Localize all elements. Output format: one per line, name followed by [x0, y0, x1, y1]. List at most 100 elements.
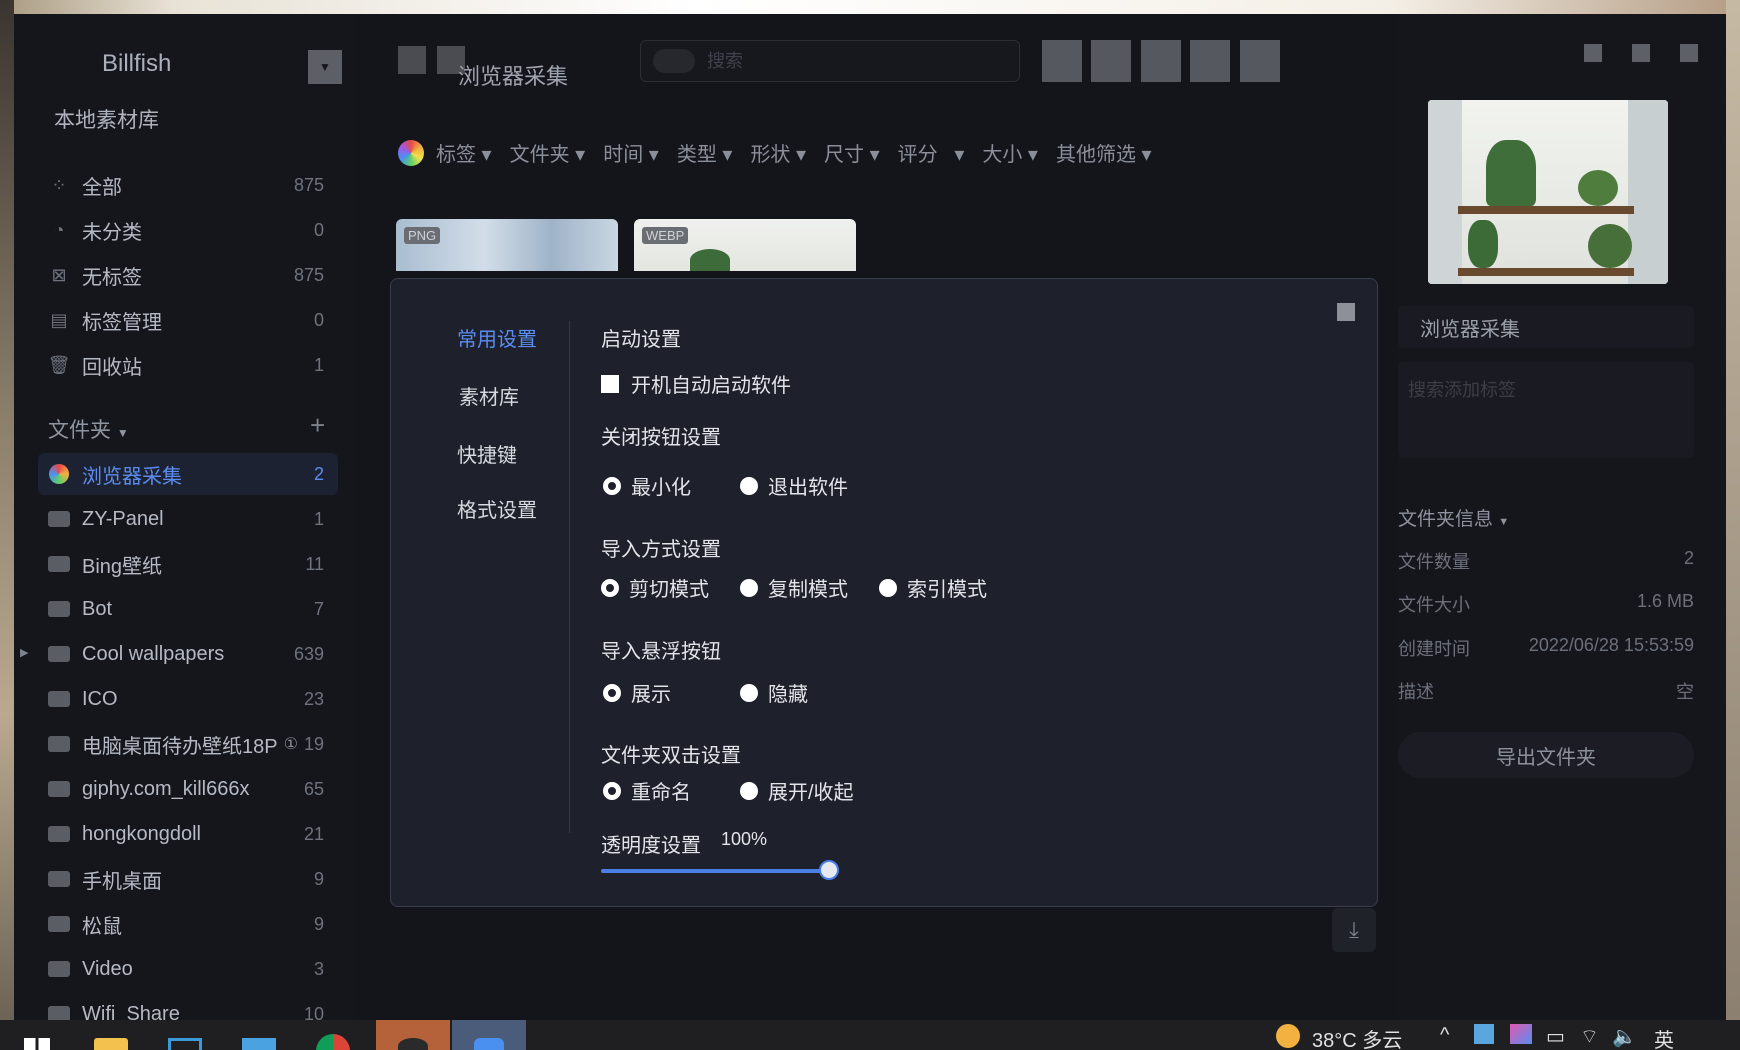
expand-arrow-icon[interactable]: ▶ [20, 646, 28, 659]
settings-nav-general[interactable]: 常用设置 [457, 323, 537, 352]
wifi-icon[interactable]: ⌔ [1580, 1024, 1599, 1049]
taskbar-app-3[interactable] [222, 1020, 296, 1050]
folder-item[interactable]: hongkongdoll 21 [38, 813, 338, 855]
radio-label: 剪切模式 [629, 579, 709, 601]
opacity-slider-track[interactable] [601, 869, 833, 873]
folder-item[interactable]: ICO 23 [38, 678, 338, 720]
weather-text[interactable]: 38°C 多云 [1312, 1024, 1402, 1050]
radio-option[interactable]: 复制模式 [740, 573, 848, 602]
color-filter-icon[interactable] [398, 139, 424, 166]
filter-size[interactable]: 尺寸 ▾ [824, 138, 880, 167]
chevron-up-icon[interactable]: ^ [1440, 1024, 1449, 1047]
back-button[interactable] [398, 46, 426, 74]
close-button[interactable] [1680, 44, 1698, 62]
folder-item[interactable]: 手机桌面 9 [38, 858, 338, 900]
radio-label: 展示 [631, 684, 671, 706]
settings-nav-shortcuts[interactable]: 快捷键 [457, 439, 517, 468]
folder-label: 电脑桌面待办壁纸18P [82, 735, 278, 758]
folder-label: 浏览器采集 [82, 465, 182, 488]
nav-tag-manage[interactable]: ▤ 标签管理 0 [38, 299, 338, 341]
maximize-button[interactable] [1632, 44, 1650, 62]
radio-option[interactable]: 展示 [603, 678, 671, 707]
weather-icon[interactable] [1276, 1024, 1300, 1048]
volume-icon[interactable]: 🔈 [1612, 1024, 1637, 1049]
radio-option[interactable]: 重命名 [603, 776, 691, 805]
settings-nav-library[interactable]: 素材库 [459, 381, 519, 410]
folder-info-header[interactable]: 文件夹信息 ▼ [1398, 504, 1509, 531]
taskbar-billfish[interactable] [452, 1020, 526, 1050]
window-app-icon [168, 1038, 202, 1050]
radio-option[interactable]: 退出软件 [740, 471, 848, 500]
folder-label: Wifi_Share [82, 1002, 180, 1021]
nav-trash[interactable]: 🗑 回收站 1 [38, 344, 338, 386]
close-dialog-button[interactable] [1337, 303, 1355, 321]
minimize-button[interactable] [1584, 44, 1602, 62]
folder-name-field[interactable]: 浏览器采集 [1398, 306, 1694, 348]
folder-item[interactable]: Bing壁纸 11 [38, 543, 338, 585]
radio-label: 重命名 [631, 782, 691, 804]
taskbar-explorer[interactable] [74, 1020, 148, 1050]
section-title: 关闭按钮设置 [601, 427, 721, 449]
filter-tag[interactable]: 标签 ▾ [436, 138, 492, 167]
filter-other[interactable]: 其他筛选 ▾ [1056, 138, 1152, 167]
checkbox-box [601, 374, 619, 393]
radio-dot [879, 578, 897, 597]
taskbar-app-2[interactable] [148, 1020, 222, 1050]
nav-uncategorized[interactable]: ◔ 未分类 0 [38, 209, 338, 251]
filter-shape[interactable]: 形状 ▾ [750, 138, 806, 167]
folder-item[interactable]: 松鼠 9 [38, 903, 338, 945]
sidebar: Billfish ▼ 本地素材库 ⁘ 全部 875 ◔ 未分类 0 ⊠ 无标签 … [14, 14, 358, 1020]
tray-app-icon[interactable] [1510, 1024, 1532, 1044]
tag-input[interactable]: 搜索添加标签 [1398, 362, 1694, 458]
thumbnail-card[interactable]: WEBP [634, 219, 856, 271]
thumbnail-card[interactable]: PNG [396, 219, 618, 271]
toolbar-button-2[interactable] [1091, 40, 1131, 82]
search-box[interactable] [640, 40, 1020, 82]
radio-option[interactable]: 最小化 [603, 471, 691, 500]
tray-app-icon[interactable] [1474, 1024, 1494, 1044]
filter-time[interactable]: 时间 ▾ [603, 138, 659, 167]
filter-rating[interactable]: 评分 ▾ [898, 138, 965, 167]
ime-indicator[interactable]: 英 [1654, 1024, 1674, 1050]
taskbar-chrome[interactable] [296, 1020, 370, 1050]
opacity-slider-knob[interactable] [819, 860, 839, 880]
folder-item[interactable]: Bot 7 [38, 588, 338, 630]
autostart-checkbox[interactable]: 开机自动启动软件 [601, 369, 791, 398]
toolbar-button-4[interactable] [1190, 40, 1230, 82]
folder-item[interactable]: 浏览器采集 2 [38, 453, 338, 495]
nav-label: 标签管理 [82, 311, 162, 334]
search-scope-toggle[interactable] [653, 49, 695, 73]
start-button[interactable] [0, 1020, 74, 1050]
desktop-left-strip [0, 0, 14, 1020]
add-folder-button[interactable]: + [310, 410, 325, 441]
toolbar-button-1[interactable] [1042, 40, 1082, 82]
filter-filesize[interactable]: 大小 ▾ [982, 138, 1038, 167]
settings-nav-formats[interactable]: 格式设置 [457, 494, 537, 523]
filter-folder[interactable]: 文件夹 ▾ [510, 138, 586, 167]
toolbar-button-3[interactable] [1141, 40, 1181, 82]
taskbar-app-5[interactable] [376, 1020, 450, 1050]
export-folder-button[interactable]: 导出文件夹 [1398, 732, 1694, 778]
toolbar-button-5[interactable] [1240, 40, 1280, 82]
nav-label: 回收站 [82, 356, 142, 379]
folder-item[interactable]: 电脑桌面待办壁纸18P ① 19 [38, 723, 338, 765]
page-title: 浏览器采集 [458, 64, 569, 89]
folder-item[interactable]: ZY-Panel 1 [38, 498, 338, 540]
info-value[interactable]: 空 [1676, 678, 1694, 704]
filter-type[interactable]: 类型 ▾ [677, 138, 733, 167]
folders-header[interactable]: 文件夹 ▼ [48, 414, 129, 444]
radio-option[interactable]: 展开/收起 [740, 776, 854, 805]
import-icon[interactable]: ⤓ [1332, 908, 1376, 952]
search-input[interactable] [707, 47, 1007, 75]
radio-option[interactable]: 剪切模式 [601, 573, 709, 602]
library-dropdown-button[interactable]: ▼ [308, 50, 342, 84]
folder-item[interactable]: Video 3 [38, 948, 338, 990]
radio-option[interactable]: 隐藏 [740, 678, 808, 707]
folder-item[interactable]: giphy.com_kill666x 65 [38, 768, 338, 810]
nav-untagged[interactable]: ⊠ 无标签 875 [38, 254, 338, 296]
radio-option[interactable]: 索引模式 [879, 573, 987, 602]
folder-item[interactable]: Cool wallpapers 639 [38, 633, 338, 675]
folder-item[interactable]: Wifi_Share 10 [38, 993, 338, 1020]
nav-all[interactable]: ⁘ 全部 875 [38, 164, 338, 206]
battery-icon[interactable]: ▭ [1546, 1024, 1565, 1049]
